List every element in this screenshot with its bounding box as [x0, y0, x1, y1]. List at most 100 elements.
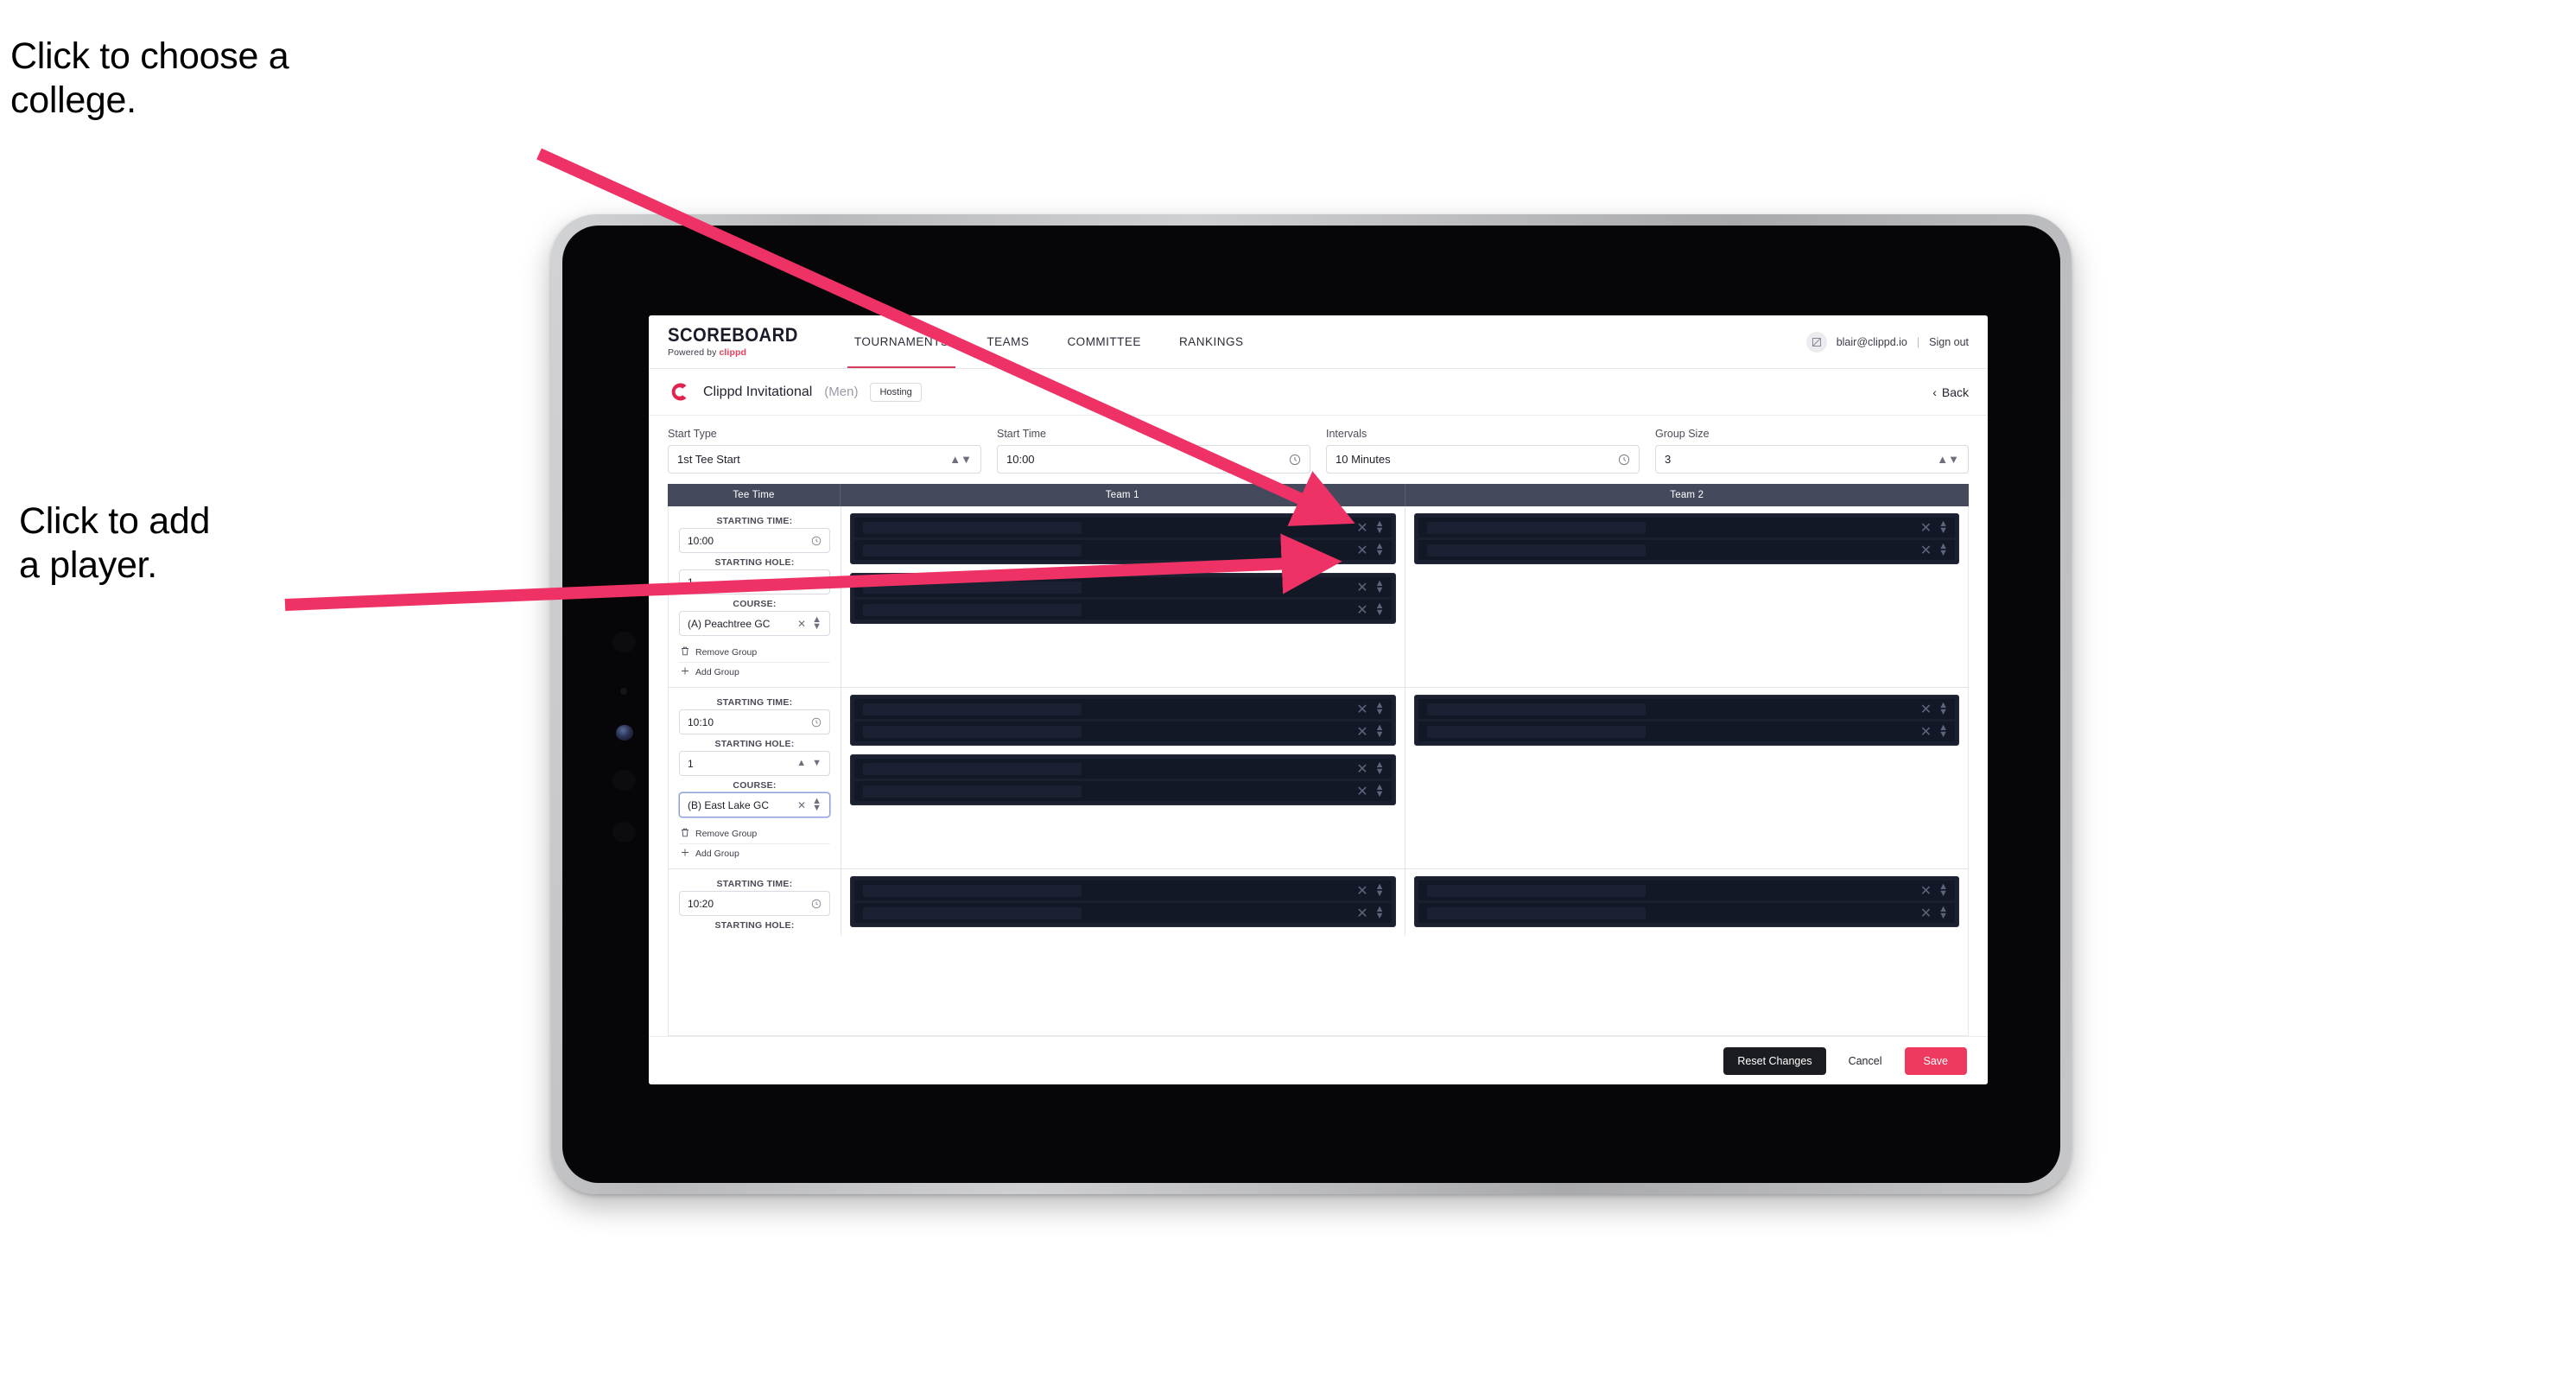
- clear-x-icon[interactable]: ✕: [1356, 579, 1367, 596]
- clear-x-icon[interactable]: ✕: [1356, 783, 1367, 800]
- tee-time-cell: STARTING TIME: 10:00 STARTING HOLE: 1 ▲ ▼: [669, 506, 841, 687]
- stepper-icon[interactable]: ▲ ▼: [1375, 579, 1385, 594]
- field-label: Start Time: [997, 428, 1046, 440]
- stepper-icon[interactable]: ▲ ▼: [1938, 701, 1948, 716]
- stepper-icon[interactable]: ▲ ▼: [1938, 882, 1948, 898]
- add-group-button[interactable]: Add Group: [679, 663, 830, 682]
- player-slot[interactable]: ✕ ▲ ▼: [854, 781, 1392, 801]
- starting-hole-input[interactable]: 1 ▲ ▼: [679, 569, 830, 594]
- player-slot[interactable]: ✕ ▲ ▼: [1418, 540, 1955, 560]
- clock-icon[interactable]: [811, 899, 822, 909]
- sign-out-link[interactable]: Sign out: [1929, 336, 1969, 348]
- clear-x-icon[interactable]: ✕: [1920, 882, 1932, 900]
- player-slot[interactable]: ✕ ▲ ▼: [854, 577, 1392, 597]
- clear-x-icon[interactable]: ✕: [1920, 905, 1932, 922]
- start-time-input[interactable]: 10:00: [997, 445, 1310, 474]
- starting-hole-input[interactable]: 1 ▲ ▼: [679, 751, 830, 776]
- clear-x-icon[interactable]: ✕: [797, 618, 806, 630]
- start-time-value: 10:00: [1006, 453, 1035, 466]
- stepper-icon[interactable]: ▲ ▼: [812, 797, 822, 812]
- clear-x-icon[interactable]: ✕: [1920, 701, 1932, 718]
- clock-icon[interactable]: [811, 536, 822, 546]
- stepper-icon[interactable]: ▲ ▼: [1937, 454, 1959, 465]
- stepper-icon[interactable]: ▲ ▼: [1375, 760, 1385, 776]
- player-slot[interactable]: ✕ ▲ ▼: [854, 600, 1392, 620]
- start-type-select[interactable]: 1st Tee Start ▲ ▼: [668, 445, 981, 474]
- clear-x-icon[interactable]: ✕: [1356, 882, 1367, 900]
- field-intervals: Intervals 10 Minutes: [1326, 428, 1640, 474]
- nav-tab-teams[interactable]: TEAMS: [968, 315, 1048, 368]
- clear-x-icon[interactable]: ✕: [1356, 601, 1367, 619]
- stepper-icon[interactable]: ▲ ▼: [949, 454, 972, 465]
- player-slot[interactable]: ✕ ▲ ▼: [1418, 518, 1955, 537]
- back-button[interactable]: ‹ Back: [1932, 385, 1969, 399]
- starting-time-input[interactable]: 10:20: [679, 891, 830, 916]
- clear-x-icon[interactable]: ✕: [1356, 519, 1367, 537]
- clear-x-icon[interactable]: ✕: [1920, 723, 1932, 741]
- pairings-table-body[interactable]: STARTING TIME: 10:00 STARTING HOLE: 1 ▲ ▼: [668, 506, 1969, 1036]
- player-slot[interactable]: ✕ ▲ ▼: [854, 722, 1392, 741]
- clock-icon[interactable]: [811, 717, 822, 728]
- player-group-block[interactable]: ✕ ▲ ▼ ✕ ▲ ▼: [1413, 876, 1959, 927]
- stepper-icon[interactable]: ▲ ▼: [1375, 542, 1385, 557]
- stepper-icon[interactable]: ▲ ▼: [1375, 905, 1385, 920]
- intervals-input[interactable]: 10 Minutes: [1326, 445, 1640, 474]
- player-group-block[interactable]: ✕ ▲ ▼ ✕ ▲ ▼: [850, 573, 1396, 624]
- player-group-block[interactable]: ✕ ▲ ▼ ✕ ▲ ▼: [850, 695, 1396, 746]
- stepper-icon[interactable]: ▲ ▼: [1938, 519, 1948, 535]
- course-select[interactable]: (A) Peachtree GC ✕ ▲ ▼: [679, 611, 830, 636]
- group-size-select[interactable]: 3 ▲ ▼: [1655, 445, 1969, 474]
- course-select[interactable]: (B) East Lake GC ✕ ▲ ▼: [679, 792, 830, 817]
- nav-tab-rankings[interactable]: RANKINGS: [1160, 315, 1263, 368]
- player-slot[interactable]: ✕ ▲ ▼: [854, 518, 1392, 537]
- clear-x-icon[interactable]: ✕: [1356, 760, 1367, 778]
- clear-x-icon[interactable]: ✕: [1920, 519, 1932, 537]
- player-group-block[interactable]: ✕ ▲ ▼ ✕ ▲ ▼: [850, 876, 1396, 927]
- stepper-icon[interactable]: ▲ ▼: [812, 615, 822, 631]
- player-slot[interactable]: ✕ ▲ ▼: [854, 881, 1392, 900]
- remove-group-button[interactable]: Remove Group: [679, 643, 830, 663]
- add-group-button[interactable]: Add Group: [679, 844, 830, 863]
- player-slot[interactable]: ✕ ▲ ▼: [854, 699, 1392, 719]
- nav-tab-tournaments[interactable]: TOURNAMENTS: [835, 315, 968, 368]
- player-group-block[interactable]: ✕ ▲ ▼ ✕ ▲ ▼: [1413, 513, 1959, 564]
- stepper-icon[interactable]: ▲ ▼: [1375, 601, 1385, 617]
- clear-x-icon[interactable]: ✕: [797, 799, 806, 811]
- player-group-block[interactable]: ✕ ▲ ▼ ✕ ▲ ▼: [1413, 695, 1959, 746]
- clear-x-icon[interactable]: ✕: [1356, 723, 1367, 741]
- stepper-icon[interactable]: ▲ ▼: [1938, 905, 1948, 920]
- stepper-icon[interactable]: ▲ ▼: [1375, 723, 1385, 739]
- clock-icon[interactable]: [1289, 454, 1301, 466]
- user-avatar-icon[interactable]: [1805, 331, 1827, 353]
- player-group-block[interactable]: ✕ ▲ ▼ ✕ ▲ ▼: [850, 513, 1396, 564]
- player-slot[interactable]: ✕ ▲ ▼: [1418, 903, 1955, 923]
- stepper-icon[interactable]: ▲ ▼: [796, 758, 822, 767]
- clear-x-icon[interactable]: ✕: [1356, 905, 1367, 922]
- player-slot[interactable]: ✕ ▲ ▼: [1418, 722, 1955, 741]
- stepper-icon[interactable]: ▲ ▼: [1375, 882, 1385, 898]
- clear-x-icon[interactable]: ✕: [1356, 542, 1367, 559]
- stepper-icon[interactable]: ▲ ▼: [796, 576, 822, 586]
- player-slot[interactable]: ✕ ▲ ▼: [1418, 699, 1955, 719]
- reset-changes-button[interactable]: Reset Changes: [1723, 1046, 1826, 1075]
- cancel-button[interactable]: Cancel: [1838, 1047, 1893, 1075]
- stepper-icon[interactable]: ▲ ▼: [1938, 542, 1948, 557]
- player-group-block[interactable]: ✕ ▲ ▼ ✕ ▲ ▼: [850, 754, 1396, 805]
- player-slot[interactable]: ✕ ▲ ▼: [854, 759, 1392, 779]
- stepper-icon[interactable]: ▲ ▼: [1938, 723, 1948, 739]
- scoreboard-logo[interactable]: SCOREBOARD Powered by clippd: [668, 315, 835, 368]
- clear-x-icon[interactable]: ✕: [1920, 542, 1932, 559]
- stepper-icon[interactable]: ▲ ▼: [1375, 519, 1385, 535]
- save-button[interactable]: Save: [1904, 1046, 1967, 1075]
- stepper-icon[interactable]: ▲ ▼: [1375, 783, 1385, 798]
- remove-group-button[interactable]: Remove Group: [679, 824, 830, 844]
- stepper-icon[interactable]: ▲ ▼: [1375, 701, 1385, 716]
- player-slot[interactable]: ✕ ▲ ▼: [1418, 881, 1955, 900]
- starting-time-input[interactable]: 10:10: [679, 709, 830, 734]
- clock-icon[interactable]: [1618, 454, 1630, 466]
- starting-time-input[interactable]: 10:00: [679, 528, 830, 553]
- player-slot[interactable]: ✕ ▲ ▼: [854, 903, 1392, 923]
- clear-x-icon[interactable]: ✕: [1356, 701, 1367, 718]
- nav-tab-committee[interactable]: COMMITTEE: [1048, 315, 1160, 368]
- player-slot[interactable]: ✕ ▲ ▼: [854, 540, 1392, 560]
